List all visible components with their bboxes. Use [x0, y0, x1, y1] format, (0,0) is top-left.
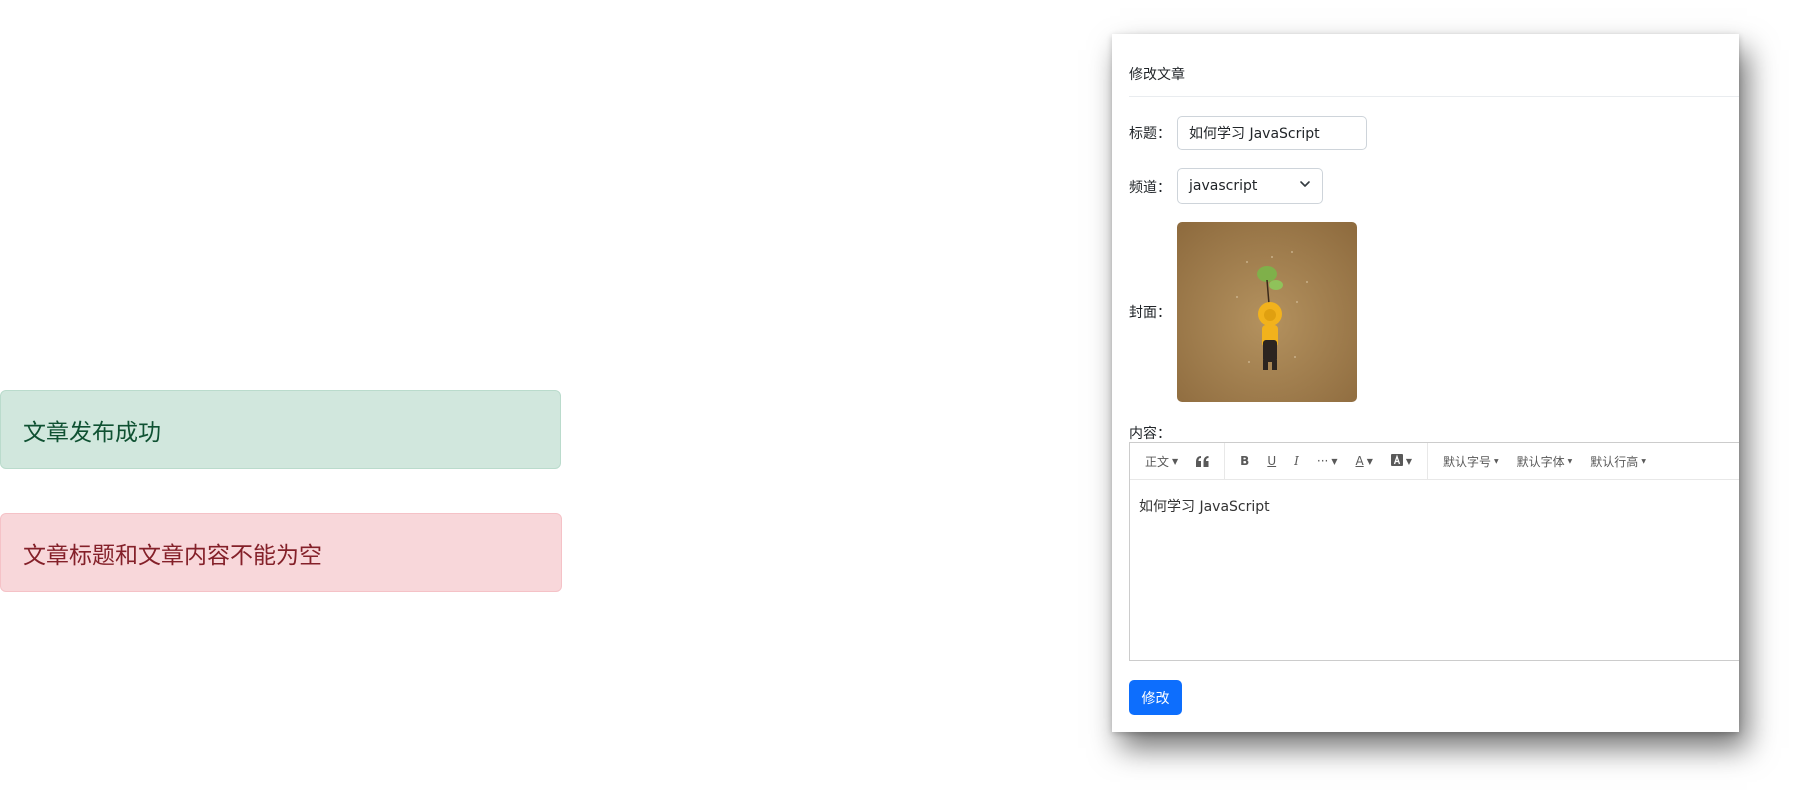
channel-label: 频道： — [1129, 180, 1171, 196]
success-alert: 文章发布成功 — [0, 390, 561, 469]
success-alert-text: 文章发布成功 — [23, 419, 161, 446]
background-color-button[interactable]: ▼ — [1384, 447, 1419, 475]
title-label: 标题： — [1129, 126, 1171, 142]
more-button[interactable]: ··· ▼ — [1310, 447, 1345, 475]
channel-select-value: javascript — [1189, 178, 1258, 194]
rich-text-editor: 正文 ▼ B U I ··· ▼ A ▼ ▼ 默认字号 ▼ 默认字体 ▼ 默认行… — [1129, 442, 1739, 661]
font-family-select[interactable]: 默认字体 ▼ — [1510, 447, 1580, 475]
font-size-select[interactable]: 默认字号 ▼ — [1436, 447, 1506, 475]
line-height-select[interactable]: 默认行高 ▼ — [1583, 447, 1653, 475]
editor-toolbar: 正文 ▼ B U I ··· ▼ A ▼ ▼ 默认字号 ▼ 默认字体 ▼ 默认行… — [1130, 443, 1739, 480]
modal-title: 修改文章 — [1129, 67, 1185, 83]
submit-button[interactable]: 修改 — [1129, 680, 1182, 715]
chevron-down-icon — [1299, 178, 1311, 194]
cover-image[interactable] — [1177, 222, 1357, 402]
cover-label: 封面： — [1129, 305, 1171, 321]
quote-icon[interactable] — [1189, 447, 1216, 475]
heading-select[interactable]: 正文 ▼ — [1138, 447, 1185, 475]
error-alert-text: 文章标题和文章内容不能为空 — [23, 542, 322, 569]
modal-header-divider — [1129, 96, 1739, 97]
error-alert: 文章标题和文章内容不能为空 — [0, 513, 562, 592]
background-color-icon — [1390, 453, 1403, 469]
channel-select[interactable]: javascript — [1177, 168, 1323, 204]
editor-content[interactable]: 如何学习 JavaScript — [1130, 480, 1739, 532]
edit-article-modal: 修改文章 标题： 频道： javascript 封面： — [1112, 34, 1739, 732]
bold-button[interactable]: B — [1233, 447, 1256, 475]
title-input[interactable] — [1177, 116, 1367, 150]
underline-button[interactable]: U — [1260, 447, 1283, 475]
italic-button[interactable]: I — [1287, 447, 1306, 475]
font-color-button[interactable]: A ▼ — [1348, 447, 1379, 475]
content-label: 内容： — [1129, 426, 1171, 442]
